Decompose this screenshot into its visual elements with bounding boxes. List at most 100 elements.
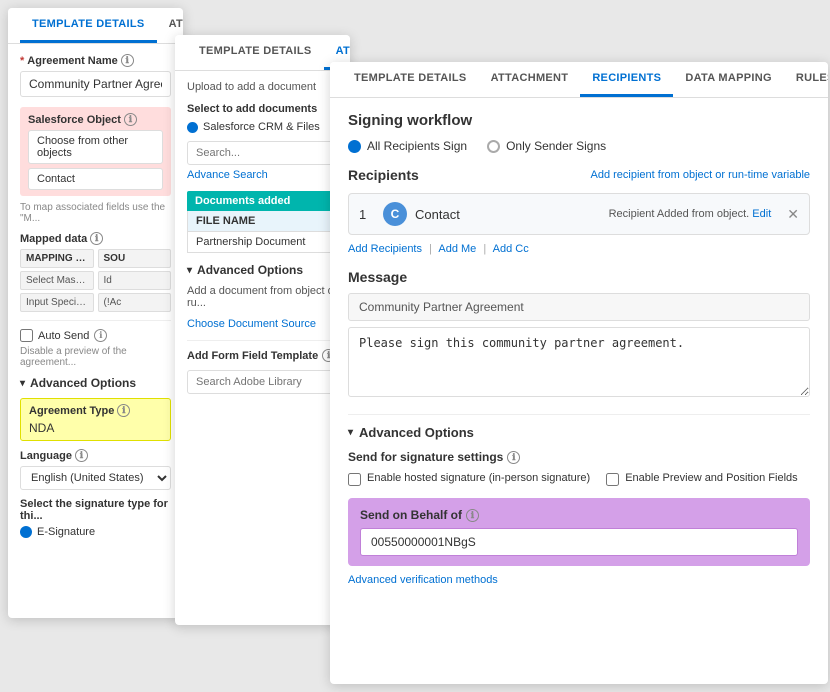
recipient-edit-link[interactable]: Edit	[752, 208, 771, 220]
adobe-library-search[interactable]	[187, 370, 338, 394]
only-sender-option[interactable]: Only Sender Signs	[487, 139, 606, 153]
panel1-content: * Agreement Name ℹ Salesforce Object ℹ C…	[8, 44, 183, 614]
required-star: *	[20, 55, 24, 67]
agreement-name-text: Agreement Name	[27, 55, 117, 67]
message-body-textarea[interactable]: Please sign this community partner agree…	[348, 327, 810, 397]
enable-hosted-item: Enable hosted signature (in-person signa…	[348, 472, 590, 486]
mapping-col1-header: MAPPING METHOD	[20, 249, 94, 268]
upload-text: Upload to add a document	[187, 81, 338, 93]
send-behalf-info-icon[interactable]: ℹ	[466, 509, 479, 522]
salesforce-crm-radio-row: Salesforce CRM & Files	[187, 121, 338, 133]
recipient-row-1: 1 C Contact Recipient Added from object.…	[348, 193, 810, 235]
advanced-options-section-3: ▾ Advanced Options Send for signature se…	[348, 414, 810, 586]
tab-data-mapping-3[interactable]: DATA MAPPING	[673, 62, 784, 97]
mapping-row1-col2: Id	[98, 271, 172, 290]
salesforce-crm-radio[interactable]	[187, 122, 198, 133]
advance-search-link[interactable]: Advance Search	[187, 169, 338, 181]
recipient-status-text: Recipient Added from object.	[609, 208, 750, 220]
panel2-content: Upload to add a document Select to add d…	[175, 71, 350, 621]
auto-send-label: Auto Send	[38, 330, 89, 342]
add-recipients-link[interactable]: Add Recipients	[348, 243, 422, 255]
mapped-data-label: Mapped data ℹ	[20, 232, 171, 245]
form-field-label: Add Form Field Template	[187, 350, 318, 362]
panel3-tab-bar: TEMPLATE DETAILS ATTACHMENT RECIPIENTS D…	[330, 62, 828, 98]
sf-obj-info-icon[interactable]: ℹ	[124, 113, 137, 126]
tab-template-details-1[interactable]: TEMPLATE DETAILS	[20, 8, 157, 43]
add-cc-link[interactable]: Add Cc	[493, 243, 529, 255]
add-me-link[interactable]: Add Me	[438, 243, 476, 255]
agreement-name-input[interactable]	[20, 71, 171, 97]
auto-send-checkbox[interactable]	[20, 329, 33, 342]
agreement-type-label-text: Agreement Type	[29, 405, 114, 417]
send-sig-label-text: Send for signature settings	[348, 450, 503, 464]
tab-recipients-3[interactable]: RECIPIENTS	[580, 62, 673, 97]
panel3-content: Signing workflow All Recipients Sign Onl…	[330, 98, 828, 678]
recipient-status: Recipient Added from object. Edit	[609, 208, 772, 220]
language-label: Language ℹ	[20, 449, 171, 462]
advanced-options-label-1: Advanced Options	[30, 376, 136, 390]
form-field-template-row: Add Form Field Template ℹ	[187, 349, 338, 362]
tab-attachment-3[interactable]: ATTACHMENT	[479, 62, 581, 97]
only-sender-radio[interactable]	[487, 140, 500, 153]
add-recipient-link[interactable]: Add recipient from object or run-time va…	[591, 169, 810, 181]
advanced-options-label-2: Advanced Options	[197, 263, 303, 277]
message-subject-input[interactable]	[348, 293, 810, 321]
salesforce-object-label: Salesforce Object ℹ	[28, 113, 163, 126]
panel1-tab-bar: TEMPLATE DETAILS ATTACHMENT RECIPIENTS D…	[8, 8, 183, 44]
send-behalf-section: Send on Behalf of ℹ	[348, 498, 810, 566]
advanced-options-toggle-2[interactable]: ▾ Advanced Options	[187, 263, 338, 277]
mapping-row2-col2: (!Ac	[98, 293, 172, 312]
language-info-icon[interactable]: ℹ	[75, 449, 88, 462]
file-name-header: FILE NAME	[187, 211, 338, 232]
sig-type-label: Select the signature type for thi...	[20, 498, 171, 522]
all-recipients-option[interactable]: All Recipients Sign	[348, 139, 467, 153]
enable-hosted-label: Enable hosted signature (in-person signa…	[367, 472, 590, 484]
advanced-options-toggle-1[interactable]: ▾ Advanced Options	[20, 376, 171, 390]
advanced-chevron-2: ▾	[187, 265, 192, 276]
auto-send-row: Auto Send ℹ	[20, 329, 171, 342]
recipient-icon: C	[383, 202, 407, 226]
recipients-header: Recipients Add recipient from object or …	[348, 167, 810, 183]
esignature-label: E-Signature	[37, 526, 95, 538]
contact-object-value: Contact	[28, 168, 163, 190]
only-sender-label: Only Sender Signs	[506, 139, 606, 153]
mapping-col2-header: SOU	[98, 249, 172, 268]
behalf-input[interactable]	[360, 528, 798, 556]
sig-checkboxes: Enable hosted signature (in-person signa…	[348, 472, 810, 486]
agreement-type-info-icon[interactable]: ℹ	[117, 404, 130, 417]
recipient-close-icon[interactable]: ✕	[787, 206, 799, 223]
recipient-number: 1	[359, 207, 375, 222]
send-behalf-label-text: Send on Behalf of	[360, 508, 462, 522]
choose-other-objects-button[interactable]: Choose from other objects	[28, 130, 163, 164]
mapped-data-section: Mapped data ℹ MAPPING METHOD SOU Select …	[20, 232, 171, 312]
map-note: To map associated fields use the "M...	[20, 202, 171, 224]
tab-template-details-2[interactable]: TEMPLATE DETAILS	[187, 35, 324, 70]
agreement-type-box: Agreement Type ℹ NDA	[20, 398, 171, 441]
all-recipients-radio[interactable]	[348, 140, 361, 153]
tab-template-details-3[interactable]: TEMPLATE DETAILS	[342, 62, 479, 97]
send-behalf-label: Send on Behalf of ℹ	[360, 508, 798, 522]
agreement-name-label: * Agreement Name ℹ	[20, 54, 171, 67]
message-title: Message	[348, 269, 810, 285]
adv-note-2: Add a document from object or ru...	[187, 285, 338, 309]
search-input-attachment[interactable]	[187, 141, 338, 165]
send-sig-info-icon[interactable]: ℹ	[507, 451, 520, 464]
tab-rules-3[interactable]: RULES	[784, 62, 828, 97]
choose-doc-source-link[interactable]: Choose Document Source	[187, 318, 316, 330]
advanced-options-toggle-3[interactable]: ▾ Advanced Options	[348, 425, 810, 440]
message-section: Message Please sign this community partn…	[348, 269, 810, 400]
agreement-type-label: Agreement Type ℹ	[29, 404, 162, 417]
mapped-data-info-icon[interactable]: ℹ	[90, 232, 103, 245]
partnership-document-row: Partnership Document	[187, 232, 338, 253]
mapping-row2-col1: Input Specific Value	[20, 293, 94, 312]
language-select[interactable]: English (United States)	[20, 466, 171, 490]
agreement-name-info-icon[interactable]: ℹ	[121, 54, 134, 67]
auto-send-note: Disable a preview of the agreement...	[20, 346, 171, 368]
auto-send-info-icon[interactable]: ℹ	[94, 329, 107, 342]
sig-type-row: E-Signature	[20, 526, 171, 538]
adv-verify-link[interactable]: Advanced verification methods	[348, 574, 810, 586]
esignature-radio[interactable]	[20, 526, 32, 538]
language-label-text: Language	[20, 450, 72, 462]
enable-preview-checkbox[interactable]	[606, 473, 619, 486]
enable-hosted-checkbox[interactable]	[348, 473, 361, 486]
